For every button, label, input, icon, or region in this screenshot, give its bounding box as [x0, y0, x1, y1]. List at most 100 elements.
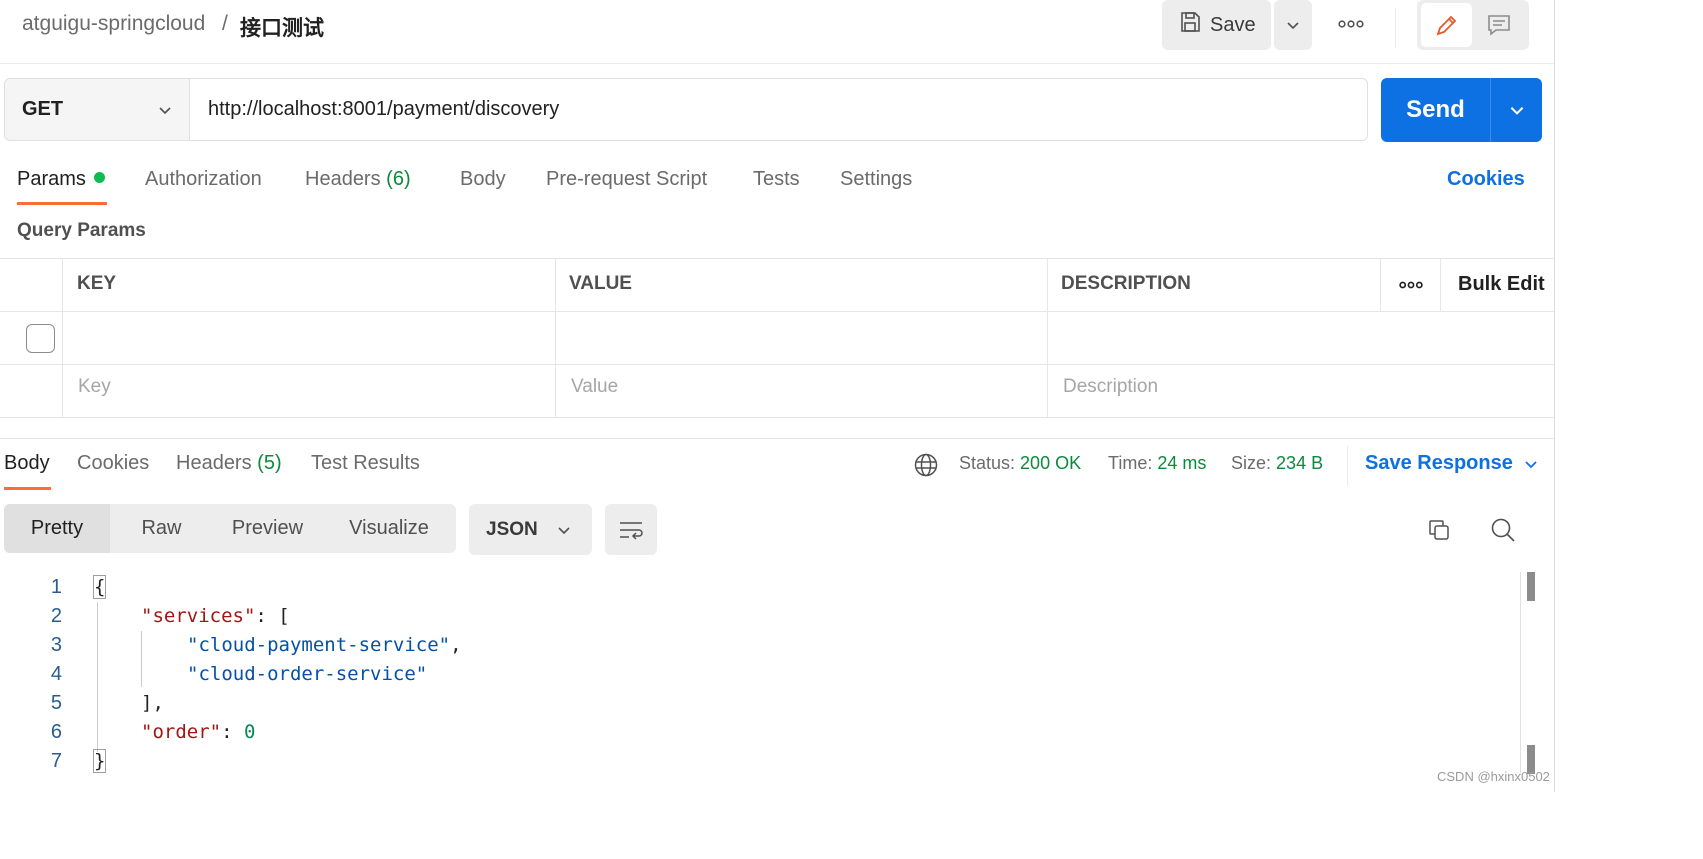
search-icon	[1491, 518, 1515, 542]
table-border-bottom	[0, 417, 1555, 418]
ellipsis-icon	[1338, 20, 1364, 28]
save-response-label: Save Response	[1365, 452, 1513, 474]
chevron-down-icon	[1510, 107, 1523, 115]
send-button[interactable]: Send	[1381, 78, 1490, 142]
response-tab-test-results[interactable]: Test Results	[311, 452, 420, 475]
chevron-down-icon	[159, 106, 171, 114]
param-enabled-checkbox[interactable]	[26, 324, 55, 353]
url-text: http://localhost:8001/payment/discovery	[208, 98, 560, 120]
format-select[interactable]: JSON	[469, 504, 592, 555]
line-number: 2	[50, 605, 62, 627]
json-punct: ],	[141, 692, 164, 714]
status-label: Status:	[959, 453, 1016, 473]
tab-pre-request-script[interactable]: Pre-request Script	[546, 168, 707, 191]
method-select[interactable]: GET	[4, 78, 190, 141]
response-size[interactable]: Size: 234 B	[1231, 453, 1323, 474]
send-button-group: Send	[1381, 78, 1542, 142]
globe-icon	[914, 453, 938, 477]
tab-headers[interactable]: Headers (6)	[305, 168, 411, 191]
view-mode-preview[interactable]: Preview	[213, 504, 322, 553]
copy-response-button[interactable]	[1422, 513, 1456, 547]
code-line-2: "services": [	[141, 605, 290, 627]
breadcrumb-separator: /	[222, 12, 228, 35]
tab-params[interactable]: Params	[17, 168, 105, 191]
edit-mode-button[interactable]	[1421, 3, 1472, 47]
top-bar: atguigu-springcloud / 接口测试 Save	[0, 0, 1555, 64]
param-key-input[interactable]: Key	[78, 376, 111, 398]
indent-guide	[97, 602, 98, 752]
search-response-button[interactable]	[1486, 513, 1520, 547]
table-col-divider	[1047, 258, 1048, 418]
json-punct: : [	[255, 605, 290, 627]
format-label: JSON	[486, 518, 538, 540]
close-brace: }	[92, 749, 107, 773]
tab-headers-label: Headers	[305, 168, 381, 190]
table-border-header	[0, 311, 1555, 312]
save-response-button[interactable]: Save Response	[1365, 452, 1539, 475]
param-value-input[interactable]: Value	[571, 376, 618, 398]
params-active-dot	[93, 172, 105, 184]
table-options-button[interactable]	[1394, 268, 1428, 302]
column-header-value: VALUE	[569, 273, 632, 294]
tab-params-label: Params	[17, 168, 86, 190]
response-tab-body[interactable]: Body	[4, 452, 50, 475]
view-mode-visualize[interactable]: Visualize	[322, 504, 456, 553]
save-button[interactable]: Save	[1162, 0, 1271, 50]
column-header-description: DESCRIPTION	[1061, 273, 1191, 294]
status-value: 200 OK	[1020, 453, 1082, 473]
chevron-down-icon	[558, 526, 570, 534]
cookies-link[interactable]: Cookies	[1447, 168, 1525, 191]
tab-headers-count: (6)	[386, 168, 411, 190]
save-options-button[interactable]	[1274, 0, 1312, 50]
line-number: 4	[50, 663, 62, 685]
json-key: "services"	[141, 605, 256, 627]
chevron-down-icon	[1525, 460, 1537, 468]
size-value: 234 B	[1276, 453, 1324, 473]
wrap-lines-button[interactable]	[605, 504, 657, 555]
code-line-4: "cloud-order-service"	[187, 663, 427, 685]
param-description-input[interactable]: Description	[1063, 376, 1158, 398]
watermark: CSDN @hxinx0502	[1437, 769, 1550, 784]
view-mode-pretty[interactable]: Pretty	[4, 504, 110, 553]
tab-tests[interactable]: Tests	[753, 168, 800, 191]
breadcrumb-collection[interactable]: atguigu-springcloud	[22, 12, 205, 36]
response-tab-cookies[interactable]: Cookies	[77, 452, 149, 475]
line-number: 7	[50, 750, 62, 772]
editor-scrollbar-thumb[interactable]	[1527, 572, 1535, 601]
json-punct: :	[221, 721, 244, 743]
wrap-text-icon	[620, 521, 643, 540]
tab-body[interactable]: Body	[460, 168, 506, 191]
indent-guide	[141, 631, 142, 687]
code-line-6: "order": 0	[141, 721, 255, 743]
tab-settings[interactable]: Settings	[840, 168, 912, 191]
tab-active-indicator	[17, 202, 107, 205]
comments-button[interactable]	[1476, 3, 1522, 47]
code-line-1: {	[92, 575, 107, 599]
response-tab-headers-label: Headers	[176, 452, 252, 474]
response-time[interactable]: Time: 24 ms	[1108, 453, 1206, 474]
time-label: Time:	[1108, 453, 1153, 473]
response-tab-indicator	[4, 487, 51, 490]
toolbar-divider	[1395, 8, 1396, 48]
save-label: Save	[1210, 13, 1256, 36]
code-line-3: "cloud-payment-service",	[187, 634, 462, 656]
table-col-divider	[555, 258, 556, 418]
more-options-button[interactable]	[1335, 13, 1367, 35]
view-mode-raw[interactable]: Raw	[110, 504, 213, 553]
table-col-divider	[1380, 258, 1381, 311]
response-tab-headers[interactable]: Headers (5)	[176, 452, 282, 475]
request-name[interactable]: 接口测试	[240, 12, 324, 42]
url-input[interactable]: http://localhost:8001/payment/discovery	[189, 78, 1368, 141]
response-body-editor[interactable]: 1 2 3 4 5 6 7 { "services": [ "cloud-pay…	[0, 572, 1520, 792]
pane-border	[1554, 0, 1555, 792]
bulk-edit-button[interactable]: Bulk Edit	[1458, 273, 1545, 296]
code-line-5: ],	[141, 692, 164, 714]
pencil-icon	[1436, 15, 1456, 36]
tab-authorization[interactable]: Authorization	[145, 168, 262, 191]
line-number: 6	[50, 721, 62, 743]
response-status[interactable]: Status: 200 OK	[959, 453, 1081, 474]
comment-icon	[1488, 15, 1510, 36]
network-info-button[interactable]	[909, 448, 943, 482]
save-icon	[1178, 10, 1202, 40]
send-options-button[interactable]	[1491, 78, 1542, 142]
